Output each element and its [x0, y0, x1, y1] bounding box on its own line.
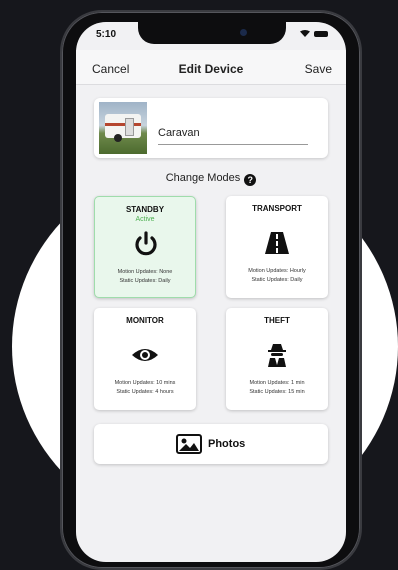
mode-title: MONITOR	[126, 316, 164, 325]
mode-card-monitor[interactable]: MONITOR Motion Updates: 10 mins Static U…	[94, 308, 196, 410]
status-icons	[300, 30, 328, 37]
static-updates: Static Updates: Daily	[251, 277, 303, 283]
power-icon	[131, 231, 161, 257]
motion-updates: Motion Updates: 1 min	[249, 380, 305, 386]
photos-button[interactable]: Photos	[94, 424, 328, 464]
static-updates: Static Updates: 4 hours	[116, 389, 174, 395]
mode-title: THEFT	[264, 316, 290, 325]
eye-icon	[130, 342, 160, 368]
image-icon	[176, 434, 202, 454]
save-button[interactable]: Save	[305, 62, 332, 76]
mode-title: STANDBY	[125, 205, 165, 214]
help-icon[interactable]: ?	[244, 174, 257, 186]
mode-card-theft[interactable]: THEFT Motion Updates: 1 min Static Updat…	[226, 308, 328, 410]
notch	[138, 22, 286, 44]
static-updates: Static Updates: 15 min	[249, 389, 305, 395]
device-name-field[interactable]: Caravan	[158, 127, 200, 139]
caravan-image	[105, 114, 141, 142]
mode-title: TRANSPORT	[252, 204, 302, 213]
status-time: 5:10	[96, 29, 117, 40]
motion-updates: Motion Updates: None	[117, 269, 173, 275]
static-updates: Static Updates: Daily	[119, 278, 171, 284]
app-screen: 5:10 Cancel Edit Device Save Caravan Cha…	[76, 22, 346, 562]
change-modes-label: Change Modes	[165, 172, 241, 184]
device-card: Caravan	[94, 98, 328, 158]
wifi-icon	[300, 30, 310, 37]
mode-card-standby[interactable]: STANDBY Active Motion Updates: None Stat…	[94, 196, 196, 298]
motion-updates: Motion Updates: 10 mins	[114, 380, 176, 386]
battery-icon	[314, 30, 328, 37]
camera-icon	[240, 29, 247, 36]
spy-icon	[262, 342, 292, 368]
device-photo[interactable]	[99, 102, 147, 154]
name-underline	[158, 144, 308, 145]
navigation-bar: Cancel Edit Device Save	[76, 50, 346, 85]
change-modes-header: Change Modes?	[76, 172, 346, 186]
mode-card-transport[interactable]: TRANSPORT Motion Updates: Hourly Static …	[226, 196, 328, 298]
road-icon	[262, 230, 292, 256]
motion-updates: Motion Updates: Hourly	[248, 268, 306, 274]
photos-label: Photos	[208, 438, 246, 450]
mode-status: Active	[135, 216, 155, 223]
